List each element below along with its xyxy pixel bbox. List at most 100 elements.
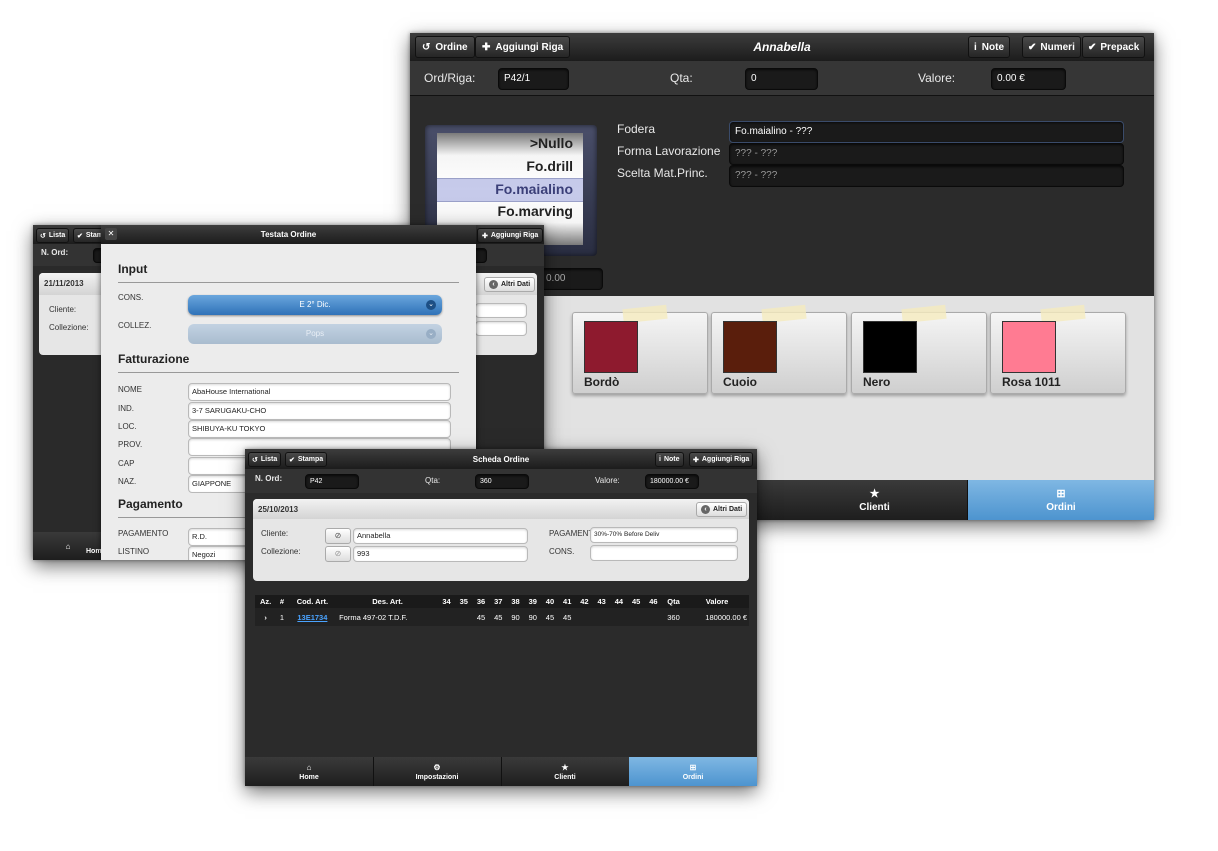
table-cell: 90: [528, 612, 537, 622]
ordine-label: Ordine: [435, 41, 468, 53]
tab-home[interactable]: ⌂ Home: [245, 757, 374, 786]
table-cell: Forma 497-02 T.D.F.: [339, 612, 408, 622]
altri-dati-button[interactable]: ‹ Altri Dati: [696, 502, 748, 517]
row-action-icon[interactable]: ›: [255, 608, 276, 626]
numeri-button[interactable]: ✔ Numeri: [1022, 36, 1081, 58]
check-icon: ✔: [289, 456, 295, 464]
nome-field[interactable]: AbaHouse International: [188, 383, 451, 401]
tab-bar: ⌂ Home ⚙ Impostazioni ★ Clienti ⊞ Ordini: [245, 757, 757, 786]
valore-label: Valore:: [595, 476, 620, 485]
nord-field[interactable]: P42: [305, 474, 359, 489]
right-field[interactable]: [475, 303, 527, 318]
column-header: Valore: [705, 597, 729, 606]
swatch-card[interactable]: Cuoio: [711, 304, 847, 394]
altri-dati-button[interactable]: ‹ Altri Dati: [484, 277, 536, 292]
tab-clienti[interactable]: ★ Clienti: [782, 480, 968, 520]
qta-field[interactable]: 0: [745, 68, 818, 90]
valore-field[interactable]: 180000.00 €: [645, 474, 699, 489]
valore-field[interactable]: 0.00 €: [991, 68, 1066, 90]
cliente-field[interactable]: Annabella: [353, 528, 528, 544]
back-icon: ↺: [422, 41, 431, 53]
altri-dati-label: Altri Dati: [713, 506, 743, 513]
tab-clienti[interactable]: ★ Clienti: [501, 757, 630, 786]
table-cell: 45: [563, 612, 572, 622]
ind-field[interactable]: 3-7 SARUGAKU-CHO: [188, 402, 451, 420]
tab-impostazioni[interactable]: ⚙ Impostazioni: [373, 757, 502, 786]
table-cell: 1: [279, 612, 285, 622]
qta-label: Qta:: [670, 71, 693, 85]
listino-label: LISTINO: [118, 547, 150, 556]
cons-field[interactable]: [590, 545, 738, 561]
date-bar: 25/10/2013 ‹ Altri Dati: [253, 499, 749, 519]
ordine-button[interactable]: ↺ Ordine: [415, 36, 475, 58]
note-button[interactable]: i Note: [655, 452, 684, 467]
column-header: Cod. Art.: [296, 597, 329, 606]
order-date: 21/11/2013: [44, 279, 84, 288]
table-cell: [628, 608, 645, 626]
swatch-card[interactable]: Nero: [851, 304, 987, 394]
lista-button[interactable]: ↺ Lista: [248, 452, 282, 467]
cons-select[interactable]: E 2° Dic. ⌄: [188, 295, 442, 315]
aggiungi-riga-button[interactable]: ✚ Aggiungi Riga: [475, 36, 571, 58]
note-button[interactable]: i Note: [968, 36, 1011, 58]
cod-art-link[interactable]: 13E1734: [288, 608, 337, 626]
ord-riga-field[interactable]: P42/1: [498, 68, 569, 90]
plus-icon: ✚: [693, 456, 699, 464]
loc-field[interactable]: SHIBUYA-KU TOKYO: [188, 420, 451, 438]
fodera-field[interactable]: Fo.maialino - ???: [729, 121, 1124, 143]
page-title: Annabella: [753, 40, 811, 54]
check-icon: ✔: [1088, 41, 1097, 53]
collez-select[interactable]: Pops ⌄: [188, 324, 442, 344]
valore-label: Valore:: [918, 71, 956, 85]
table-row[interactable]: › 1 13E1734 Forma 497-02 T.D.F. 45 45 90 90 45 45…: [255, 608, 749, 626]
column-header: 35: [459, 597, 468, 606]
collezione-label: Collezione:: [261, 547, 301, 556]
tab-ordini[interactable]: ⊞ Ordini: [629, 757, 757, 786]
loc-label: LOC.: [118, 422, 137, 431]
tab-home-label: Home: [299, 773, 319, 781]
nord-label: N. Ord:: [255, 474, 283, 483]
toolbar: ↺ Ordine ✚ Aggiungi Riga Annabella i Not…: [410, 33, 1154, 61]
color-swatch: [723, 321, 777, 373]
swatch-card[interactable]: Bordò: [572, 304, 708, 394]
prepack-button[interactable]: ✔ Prepack: [1082, 36, 1146, 58]
home-icon: ⌂: [65, 541, 71, 551]
aggiungi-riga-button[interactable]: ✚ Aggiungi Riga: [477, 228, 544, 243]
grid-icon: ⊞: [689, 762, 697, 772]
lista-button[interactable]: ↺ Lista: [36, 228, 70, 243]
edit-icon[interactable]: ⊘: [325, 528, 351, 544]
tab-ordini-label: Ordini: [682, 773, 704, 781]
column-header: 42: [580, 597, 589, 606]
column-header: 45: [631, 597, 641, 606]
forma-lavorazione-field[interactable]: ??? - ???: [729, 143, 1124, 165]
right-field[interactable]: [475, 321, 527, 336]
price-field[interactable]: 0.00: [540, 268, 603, 290]
collezione-field[interactable]: 993: [353, 546, 528, 562]
table-cell: [645, 608, 662, 626]
header-card: 25/10/2013 ‹ Altri Dati Cliente: ⊘ Annab…: [253, 499, 749, 581]
forma-lavorazione-label: Forma Lavorazione: [617, 144, 721, 158]
back-icon: ↺: [252, 456, 258, 464]
toolbar: ↺ Lista ✔ Stampa Scheda Ordine i Note ✚ …: [245, 449, 757, 469]
pagamento-field[interactable]: 30%-70% Before Deliv: [590, 527, 738, 543]
tab-ordini[interactable]: ⊞ Ordini: [968, 480, 1154, 520]
gear-icon: ⚙: [433, 762, 441, 772]
edit-icon[interactable]: ⊘: [325, 546, 351, 562]
table-header-row: Az. # Cod. Art. Des. Art. 34 35 36 37 38 39 40 41 42…: [255, 595, 749, 608]
tab-clienti-label: Clienti: [554, 773, 576, 781]
qta-field[interactable]: 360: [475, 474, 529, 489]
scelta-mat-field[interactable]: ??? - ???: [729, 165, 1124, 187]
picker-item[interactable]: >Nullo: [530, 135, 573, 151]
stampa-button[interactable]: ✔ Stampa: [285, 452, 328, 467]
info-bar: Ord/Riga: P42/1 Qta: 0 Valore: 0.00 €: [410, 61, 1154, 96]
picker-item[interactable]: Fo.marving: [498, 203, 573, 219]
cliente-label: Cliente:: [261, 529, 289, 538]
table-cell: [576, 608, 593, 626]
aggiungi-riga-button[interactable]: ✚ Aggiungi Riga: [689, 452, 754, 467]
star-icon: ★: [869, 488, 880, 500]
picker-item-selected[interactable]: Fo.maialino: [495, 181, 573, 197]
swatch-card[interactable]: Rosa 1011: [990, 304, 1126, 394]
chevron-left-icon: ‹: [489, 280, 498, 289]
tab-home[interactable]: ⌂ Hom: [33, 532, 104, 560]
picker-item[interactable]: Fo.drill: [526, 158, 573, 174]
